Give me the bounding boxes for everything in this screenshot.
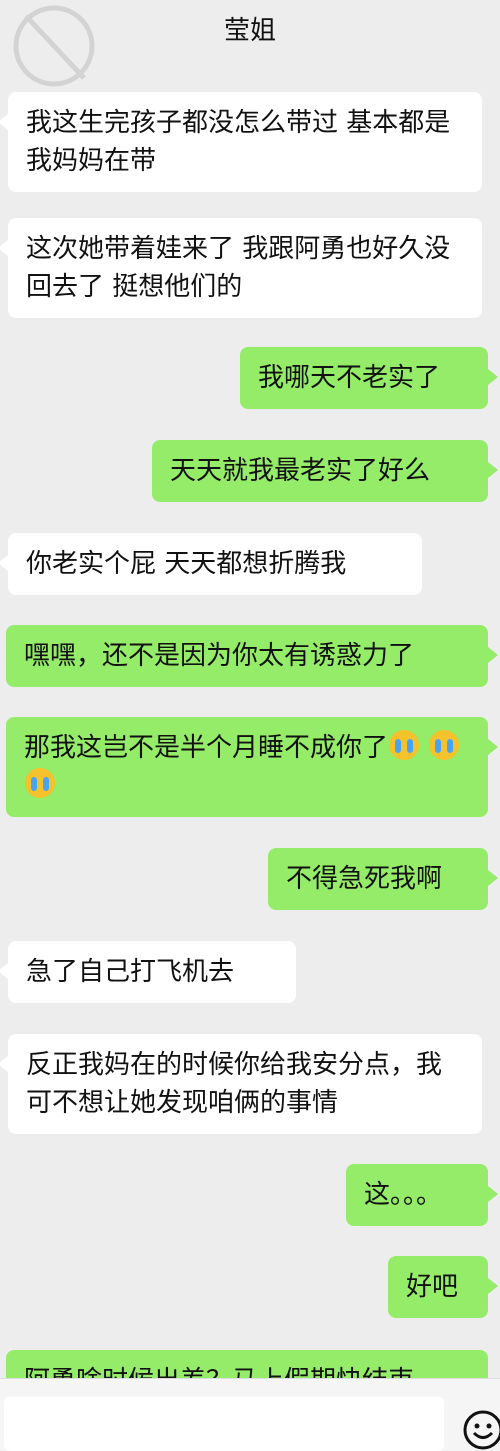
message-text: 不得急死我啊 <box>286 864 443 894</box>
message-bubble-received[interactable]: 反正我妈在的时候你给我安分点，我可不想让她发现咱俩的事情 <box>0 1034 482 1134</box>
message-text: 急了自己打飞机去 <box>26 957 235 987</box>
message-bubble-received[interactable]: 急了自己打飞机去 <box>0 941 296 1003</box>
message-text: 那我这岂不是半个月睡不成你了 <box>24 733 389 763</box>
message-bubble-received[interactable]: 你老实个屁 天天都想折腾我 <box>0 533 422 595</box>
message-text: 我哪天不老实了 <box>258 363 441 393</box>
message-text: 好吧 <box>406 1272 459 1302</box>
crying-emoji-icon <box>429 730 460 760</box>
message-bubble-sent[interactable]: 嘿嘿，还不是因为你太有诱惑力了 <box>6 625 498 687</box>
message-bubble-received[interactable]: 这次她带着娃来了 我跟阿勇也好久没回去了 挺想他们的 <box>0 218 482 318</box>
watermark-logo <box>13 5 95 87</box>
message-bubble-received[interactable]: 我这生完孩子都没怎么带过 基本都是我妈妈在带 <box>0 92 482 192</box>
message-text: 我这生完孩子都没怎么带过 基本都是我妈妈在带 <box>26 108 451 176</box>
message-bubble-sent[interactable]: 那我这岂不是半个月睡不成你了 <box>6 717 498 817</box>
input-bar <box>0 1378 500 1451</box>
message-bubble-sent[interactable]: 天天就我最老实了好么 <box>152 440 498 502</box>
message-text: 你老实个屁 天天都想折腾我 <box>26 549 347 579</box>
message-text: 嘿嘿，还不是因为你太有诱惑力了 <box>24 641 415 671</box>
message-text: 反正我妈在的时候你给我安分点，我可不想让她发现咱俩的事情 <box>26 1050 443 1118</box>
message-bubble-sent[interactable]: 好吧 <box>388 1256 498 1318</box>
crying-emoji-icon <box>389 730 420 760</box>
message-bubble-sent[interactable]: 这。。。 <box>346 1164 498 1226</box>
message-text: 这次她带着娃来了 我跟阿勇也好久没回去了 挺想他们的 <box>26 234 451 302</box>
message-bubble-sent[interactable]: 不得急死我啊 <box>268 848 498 910</box>
crying-emoji-icon <box>25 768 55 798</box>
message-text: 这。。。 <box>364 1180 443 1210</box>
message-bubble-sent[interactable]: 我哪天不老实了 <box>240 347 498 409</box>
message-text: 天天就我最老实了好么 <box>170 456 431 486</box>
smiley-icon[interactable] <box>462 1409 500 1451</box>
message-input[interactable] <box>4 1397 444 1451</box>
